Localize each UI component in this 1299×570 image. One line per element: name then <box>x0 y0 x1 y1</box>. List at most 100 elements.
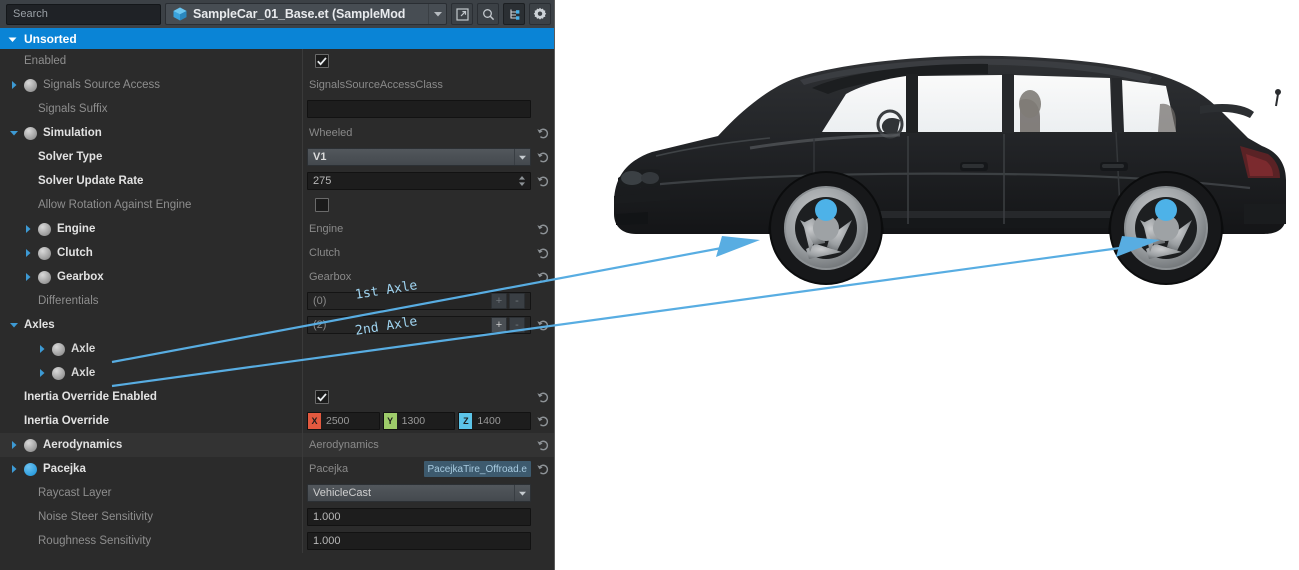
property-value-cell: Wheeled <box>303 121 554 145</box>
property-label-cell: Solver Type <box>0 145 303 169</box>
revert-button[interactable] <box>534 464 552 475</box>
array-remove-button[interactable]: - <box>509 293 525 309</box>
revert-button[interactable] <box>534 128 552 139</box>
section-header-unsorted[interactable]: Unsorted <box>0 28 554 49</box>
revert-button[interactable] <box>534 416 552 427</box>
revert-button[interactable] <box>534 176 552 187</box>
chevron-right-icon[interactable] <box>8 465 20 473</box>
text-input[interactable]: 1.000 <box>307 532 531 550</box>
asset-reference-label: PacejkaTire_Offroad.e <box>427 463 528 475</box>
property-row[interactable]: Axle <box>0 361 554 385</box>
property-value-cell <box>303 49 554 73</box>
property-label-cell: Pacejka <box>0 457 303 481</box>
property-value-cell <box>303 385 554 409</box>
property-row[interactable]: Allow Rotation Against Engine <box>0 193 554 217</box>
asset-selector[interactable]: SampleCar_01_Base.et (SampleMod <box>165 3 447 25</box>
vector-x-value: 2500 <box>326 415 350 427</box>
property-row[interactable]: Engine Engine <box>0 217 554 241</box>
property-value-cell <box>303 193 554 217</box>
hierarchy-button[interactable] <box>503 3 525 25</box>
search-button[interactable] <box>477 3 499 25</box>
property-label: Differentials <box>38 295 99 307</box>
chevron-right-icon[interactable] <box>22 225 34 233</box>
property-row[interactable]: Roughness Sensitivity 1.000 <box>0 529 554 553</box>
revert-button[interactable] <box>534 320 552 331</box>
revert-button[interactable] <box>534 248 552 259</box>
chevron-down-icon[interactable] <box>514 149 529 165</box>
asset-reference-chip[interactable]: PacejkaTire_Offroad.e <box>423 461 531 477</box>
property-row[interactable]: Differentials (0) + - <box>0 289 554 313</box>
text-input[interactable] <box>307 100 531 118</box>
array-field[interactable]: (0) + - <box>307 292 531 310</box>
search-input[interactable]: Search <box>6 3 161 25</box>
revert-button[interactable] <box>534 440 552 451</box>
property-label-cell: Axle <box>0 361 303 385</box>
dropdown[interactable]: V1 <box>307 148 531 166</box>
chevron-down-icon[interactable] <box>514 485 529 501</box>
chevron-right-icon[interactable] <box>8 441 20 449</box>
settings-button[interactable] <box>529 3 551 25</box>
property-value-cell: V1 <box>303 145 554 169</box>
vector3-input: X 2500 Y 1300 Z 1400 <box>307 412 532 430</box>
revert-button[interactable] <box>534 152 552 163</box>
property-label-cell: Enabled <box>0 49 303 73</box>
property-row[interactable]: Aerodynamics Aerodynamics <box>0 433 554 457</box>
property-value-cell: SignalsSourceAccessClass <box>303 73 554 97</box>
property-label: Axle <box>71 343 96 355</box>
dropdown[interactable]: VehicleCast <box>307 484 531 502</box>
property-row[interactable]: Axle <box>0 337 554 361</box>
array-add-button[interactable]: + <box>491 293 507 309</box>
checkbox[interactable] <box>315 390 329 404</box>
vector-x-field[interactable]: X 2500 <box>307 412 380 430</box>
chevron-right-icon[interactable] <box>22 249 34 257</box>
property-row[interactable]: Inertia Override Enabled <box>0 385 554 409</box>
property-row[interactable]: Inertia Override X 2500 Y 1300 Z 1400 <box>0 409 554 433</box>
property-row[interactable]: Enabled <box>0 49 554 73</box>
property-row[interactable]: Signals Source Access SignalsSourceAccess… <box>0 73 554 97</box>
number-input[interactable]: 275 <box>307 172 531 190</box>
property-label: Axles <box>24 319 55 331</box>
property-label-cell: Signals Suffix <box>0 97 303 121</box>
array-field[interactable]: (2) + - <box>307 316 531 334</box>
viewport[interactable] <box>555 0 1299 570</box>
property-value-cell <box>303 361 554 385</box>
property-row[interactable]: Pacejka Pacejka PacejkaTire_Offroad.e <box>0 457 554 481</box>
chevron-down-icon[interactable] <box>8 130 20 136</box>
chevron-right-icon[interactable] <box>8 81 20 89</box>
chevron-down-icon[interactable] <box>428 4 446 24</box>
axis-y-label: Y <box>383 413 397 429</box>
chevron-right-icon[interactable] <box>36 369 48 377</box>
revert-button[interactable] <box>534 224 552 235</box>
property-label: Axle <box>71 367 96 379</box>
chevron-right-icon[interactable] <box>36 345 48 353</box>
property-label-cell: Signals Source Access <box>0 73 303 97</box>
property-row[interactable]: Clutch Clutch <box>0 241 554 265</box>
vector-z-field[interactable]: Z 1400 <box>458 412 532 430</box>
property-row[interactable]: Simulation Wheeled <box>0 121 554 145</box>
front-wheel <box>769 171 883 285</box>
property-row[interactable]: Solver Type V1 <box>0 145 554 169</box>
chevron-down-icon[interactable] <box>8 322 20 328</box>
property-row[interactable]: Gearbox Gearbox <box>0 265 554 289</box>
property-row[interactable]: Solver Update Rate 275 <box>0 169 554 193</box>
checkbox[interactable] <box>315 198 329 212</box>
property-row[interactable]: Signals Suffix <box>0 97 554 121</box>
chevron-right-icon[interactable] <box>22 273 34 281</box>
property-row[interactable]: Axles (2) + - <box>0 313 554 337</box>
revert-button[interactable] <box>534 392 552 403</box>
property-row[interactable]: Raycast Layer VehicleCast <box>0 481 554 505</box>
property-row[interactable]: Noise Steer Sensitivity 1.000 <box>0 505 554 529</box>
array-remove-button[interactable]: - <box>509 317 525 333</box>
revert-button[interactable] <box>534 272 552 283</box>
stepper-icon[interactable] <box>516 173 528 189</box>
property-value-cell: Clutch <box>303 241 554 265</box>
checkbox[interactable] <box>315 54 329 68</box>
open-external-button[interactable] <box>451 3 473 25</box>
property-label-cell: Axles <box>0 313 303 337</box>
value-text: SignalsSourceAccessClass <box>309 79 443 91</box>
vector-y-field[interactable]: Y 1300 <box>382 412 456 430</box>
array-add-button[interactable]: + <box>491 317 507 333</box>
property-label-cell: Gearbox <box>0 265 303 289</box>
property-value-cell <box>303 337 554 361</box>
text-input[interactable]: 1.000 <box>307 508 531 526</box>
